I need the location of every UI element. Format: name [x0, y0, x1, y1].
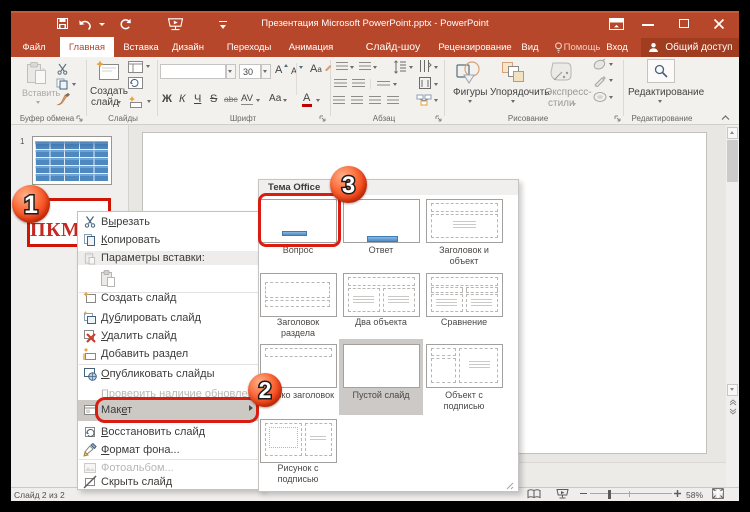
svg-text:1: 1 [24, 191, 38, 219]
svg-text:3: 3 [342, 172, 355, 199]
svg-text:2: 2 [259, 377, 272, 403]
